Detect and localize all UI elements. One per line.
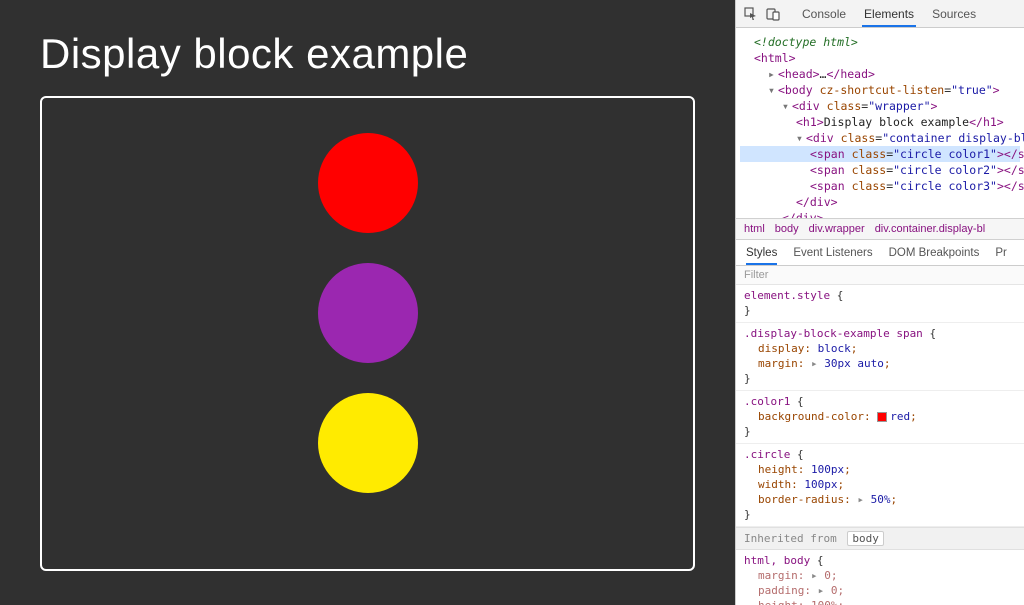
rule-element-style[interactable]: element.style { } <box>736 285 1024 323</box>
styles-rules[interactable]: element.style { } .display-block-example… <box>736 285 1024 605</box>
rule-html-body[interactable]: html, body { margin: ▸ 0; padding: ▸ 0; … <box>736 550 1024 605</box>
rule-circle[interactable]: .circle { height: 100px; width: 100px; b… <box>736 444 1024 527</box>
breadcrumb-item[interactable]: div.container.display-bl <box>875 223 985 235</box>
dom-selected-node[interactable]: <span class="circle color1"></spa <box>740 146 1020 162</box>
devtools-toolbar: Console Elements Sources <box>736 0 1024 28</box>
breadcrumb-item[interactable]: div.wrapper <box>809 223 865 235</box>
dom-tree[interactable]: <!doctype html> <html> ▸<head>…</head> ▾… <box>736 28 1024 218</box>
devtools-panel: Console Elements Sources <!doctype html>… <box>735 0 1024 605</box>
devtools-tabs: Console Elements Sources <box>800 0 978 27</box>
inspect-element-icon[interactable] <box>742 5 760 23</box>
app-root: Display block example Console Elements S… <box>0 0 1024 605</box>
color-swatch-icon[interactable] <box>877 412 887 422</box>
breadcrumb-item[interactable]: html <box>744 223 765 235</box>
subtab-properties[interactable]: Pr <box>995 240 1007 265</box>
styles-filter[interactable]: Filter <box>736 266 1024 285</box>
rule-color1[interactable]: .color1 { background-color: red; } <box>736 391 1024 444</box>
inherited-from-label: Inherited from body <box>736 527 1024 550</box>
rendered-page: Display block example <box>0 0 735 605</box>
circle-yellow <box>318 393 418 493</box>
circle-purple <box>318 263 418 363</box>
dom-doctype: <!doctype html> <box>754 35 858 49</box>
rule-display-block-span[interactable]: .display-block-example span { display: b… <box>736 323 1024 391</box>
inherited-tag[interactable]: body <box>847 531 884 546</box>
tab-sources[interactable]: Sources <box>930 0 978 27</box>
page-title: Display block example <box>40 30 695 78</box>
tab-elements[interactable]: Elements <box>862 0 916 27</box>
dom-breadcrumb[interactable]: html body div.wrapper div.container.disp… <box>736 218 1024 240</box>
subtab-event-listeners[interactable]: Event Listeners <box>793 240 872 265</box>
filter-placeholder: Filter <box>744 269 768 281</box>
circle-red <box>318 133 418 233</box>
breadcrumb-item[interactable]: body <box>775 223 799 235</box>
subtab-styles[interactable]: Styles <box>746 240 777 265</box>
toggle-device-icon[interactable] <box>764 5 782 23</box>
subtab-dom-breakpoints[interactable]: DOM Breakpoints <box>889 240 980 265</box>
styles-subtabs: Styles Event Listeners DOM Breakpoints P… <box>736 240 1024 266</box>
tab-console[interactable]: Console <box>800 0 848 27</box>
display-block-container <box>40 96 695 571</box>
